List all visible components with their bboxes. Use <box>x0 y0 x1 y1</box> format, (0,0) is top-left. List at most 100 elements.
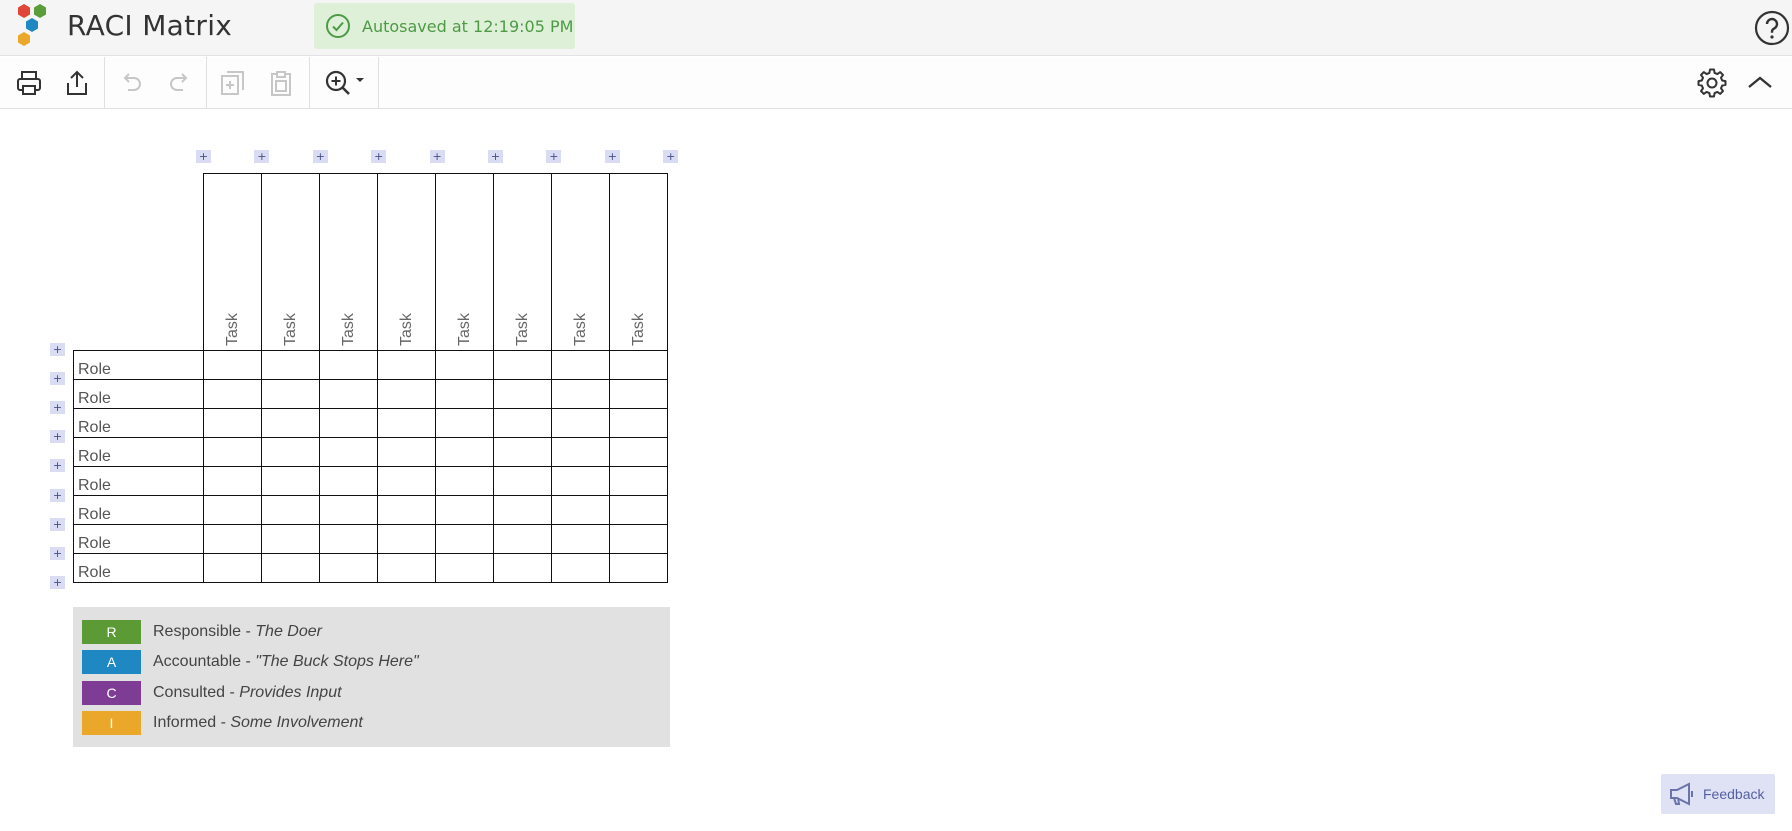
raci-cell[interactable] <box>493 495 552 525</box>
task-header-cell[interactable]: Task <box>261 173 320 351</box>
raci-cell[interactable] <box>203 553 262 583</box>
raci-cell[interactable] <box>493 379 552 409</box>
raci-cell[interactable] <box>551 350 610 380</box>
raci-cell[interactable] <box>377 495 436 525</box>
role-label[interactable]: Role <box>73 408 204 438</box>
raci-cell[interactable] <box>435 495 494 525</box>
raci-cell[interactable] <box>203 408 262 438</box>
raci-cell[interactable] <box>493 437 552 467</box>
raci-cell[interactable] <box>261 495 320 525</box>
raci-cell[interactable] <box>319 408 378 438</box>
undo-button[interactable] <box>112 64 150 102</box>
raci-cell[interactable] <box>435 350 494 380</box>
add-role-button[interactable]: + <box>50 517 65 531</box>
raci-cell[interactable] <box>551 379 610 409</box>
raci-cell[interactable] <box>377 408 436 438</box>
add-task-button[interactable]: + <box>546 150 562 163</box>
raci-cell[interactable] <box>435 379 494 409</box>
add-role-button[interactable]: + <box>50 546 65 560</box>
role-label[interactable]: Role <box>73 437 204 467</box>
raci-cell[interactable] <box>377 379 436 409</box>
add-role-button[interactable]: + <box>50 459 65 473</box>
help-icon[interactable] <box>1754 10 1790 46</box>
export-button[interactable] <box>58 64 96 102</box>
raci-cell[interactable] <box>435 553 494 583</box>
add-role-button[interactable]: + <box>50 488 65 502</box>
raci-cell[interactable] <box>551 408 610 438</box>
raci-cell[interactable] <box>203 495 262 525</box>
feedback-button[interactable]: Feedback <box>1661 774 1775 814</box>
raci-cell[interactable] <box>377 553 436 583</box>
add-role-button[interactable]: + <box>50 372 65 386</box>
raci-cell[interactable] <box>493 553 552 583</box>
task-header-cell[interactable]: Task <box>551 173 610 351</box>
duplicate-button[interactable] <box>214 64 252 102</box>
add-role-button[interactable]: + <box>50 401 65 415</box>
raci-cell[interactable] <box>377 466 436 496</box>
raci-cell[interactable] <box>377 524 436 554</box>
raci-cell[interactable] <box>203 350 262 380</box>
role-label[interactable]: Role <box>73 379 204 409</box>
raci-cell[interactable] <box>493 350 552 380</box>
add-role-button[interactable]: + <box>50 343 65 356</box>
add-role-button[interactable]: + <box>50 575 65 589</box>
raci-cell[interactable] <box>609 379 668 409</box>
raci-cell[interactable] <box>551 553 610 583</box>
add-task-button[interactable]: + <box>429 150 445 163</box>
raci-cell[interactable] <box>261 524 320 554</box>
add-task-button[interactable]: + <box>254 150 270 163</box>
raci-cell[interactable] <box>435 437 494 467</box>
raci-cell[interactable] <box>609 437 668 467</box>
role-label[interactable]: Role <box>73 553 204 583</box>
raci-cell[interactable] <box>319 379 378 409</box>
raci-cell[interactable] <box>609 350 668 380</box>
raci-cell[interactable] <box>609 466 668 496</box>
raci-cell[interactable] <box>203 466 262 496</box>
raci-cell[interactable] <box>435 466 494 496</box>
task-header-cell[interactable]: Task <box>203 173 262 351</box>
redo-button[interactable] <box>161 64 199 102</box>
raci-cell[interactable] <box>203 524 262 554</box>
role-label[interactable]: Role <box>73 495 204 525</box>
raci-cell[interactable] <box>551 437 610 467</box>
raci-cell[interactable] <box>319 553 378 583</box>
role-label[interactable]: Role <box>73 350 204 380</box>
raci-cell[interactable] <box>609 524 668 554</box>
raci-cell[interactable] <box>609 495 668 525</box>
raci-cell[interactable] <box>203 437 262 467</box>
task-header-cell[interactable]: Task <box>319 173 378 351</box>
raci-cell[interactable] <box>551 524 610 554</box>
raci-cell[interactable] <box>377 437 436 467</box>
add-task-button[interactable]: + <box>312 150 328 163</box>
raci-cell[interactable] <box>261 437 320 467</box>
task-header-cell[interactable]: Task <box>493 173 552 351</box>
raci-cell[interactable] <box>551 466 610 496</box>
raci-cell[interactable] <box>435 408 494 438</box>
raci-cell[interactable] <box>551 495 610 525</box>
role-label[interactable]: Role <box>73 466 204 496</box>
task-header-cell[interactable]: Task <box>609 173 668 351</box>
task-header-cell[interactable]: Task <box>377 173 436 351</box>
add-task-button[interactable]: + <box>663 150 679 163</box>
raci-cell[interactable] <box>435 524 494 554</box>
add-task-button[interactable]: + <box>488 150 503 163</box>
paste-button[interactable] <box>262 64 300 102</box>
add-task-button[interactable]: + <box>604 150 620 163</box>
raci-cell[interactable] <box>261 466 320 496</box>
raci-cell[interactable] <box>319 466 378 496</box>
print-button[interactable] <box>10 64 48 102</box>
raci-cell[interactable] <box>493 408 552 438</box>
raci-cell[interactable] <box>609 408 668 438</box>
add-task-button[interactable]: + <box>371 150 387 163</box>
raci-cell[interactable] <box>493 466 552 496</box>
settings-button[interactable] <box>1693 64 1731 102</box>
raci-cell[interactable] <box>319 495 378 525</box>
raci-cell[interactable] <box>377 350 436 380</box>
raci-cell[interactable] <box>319 524 378 554</box>
add-task-button[interactable]: + <box>196 150 211 163</box>
raci-cell[interactable] <box>261 350 320 380</box>
collapse-toolbar-button[interactable] <box>1741 64 1779 102</box>
raci-cell[interactable] <box>319 437 378 467</box>
raci-cell[interactable] <box>261 379 320 409</box>
raci-cell[interactable] <box>493 524 552 554</box>
